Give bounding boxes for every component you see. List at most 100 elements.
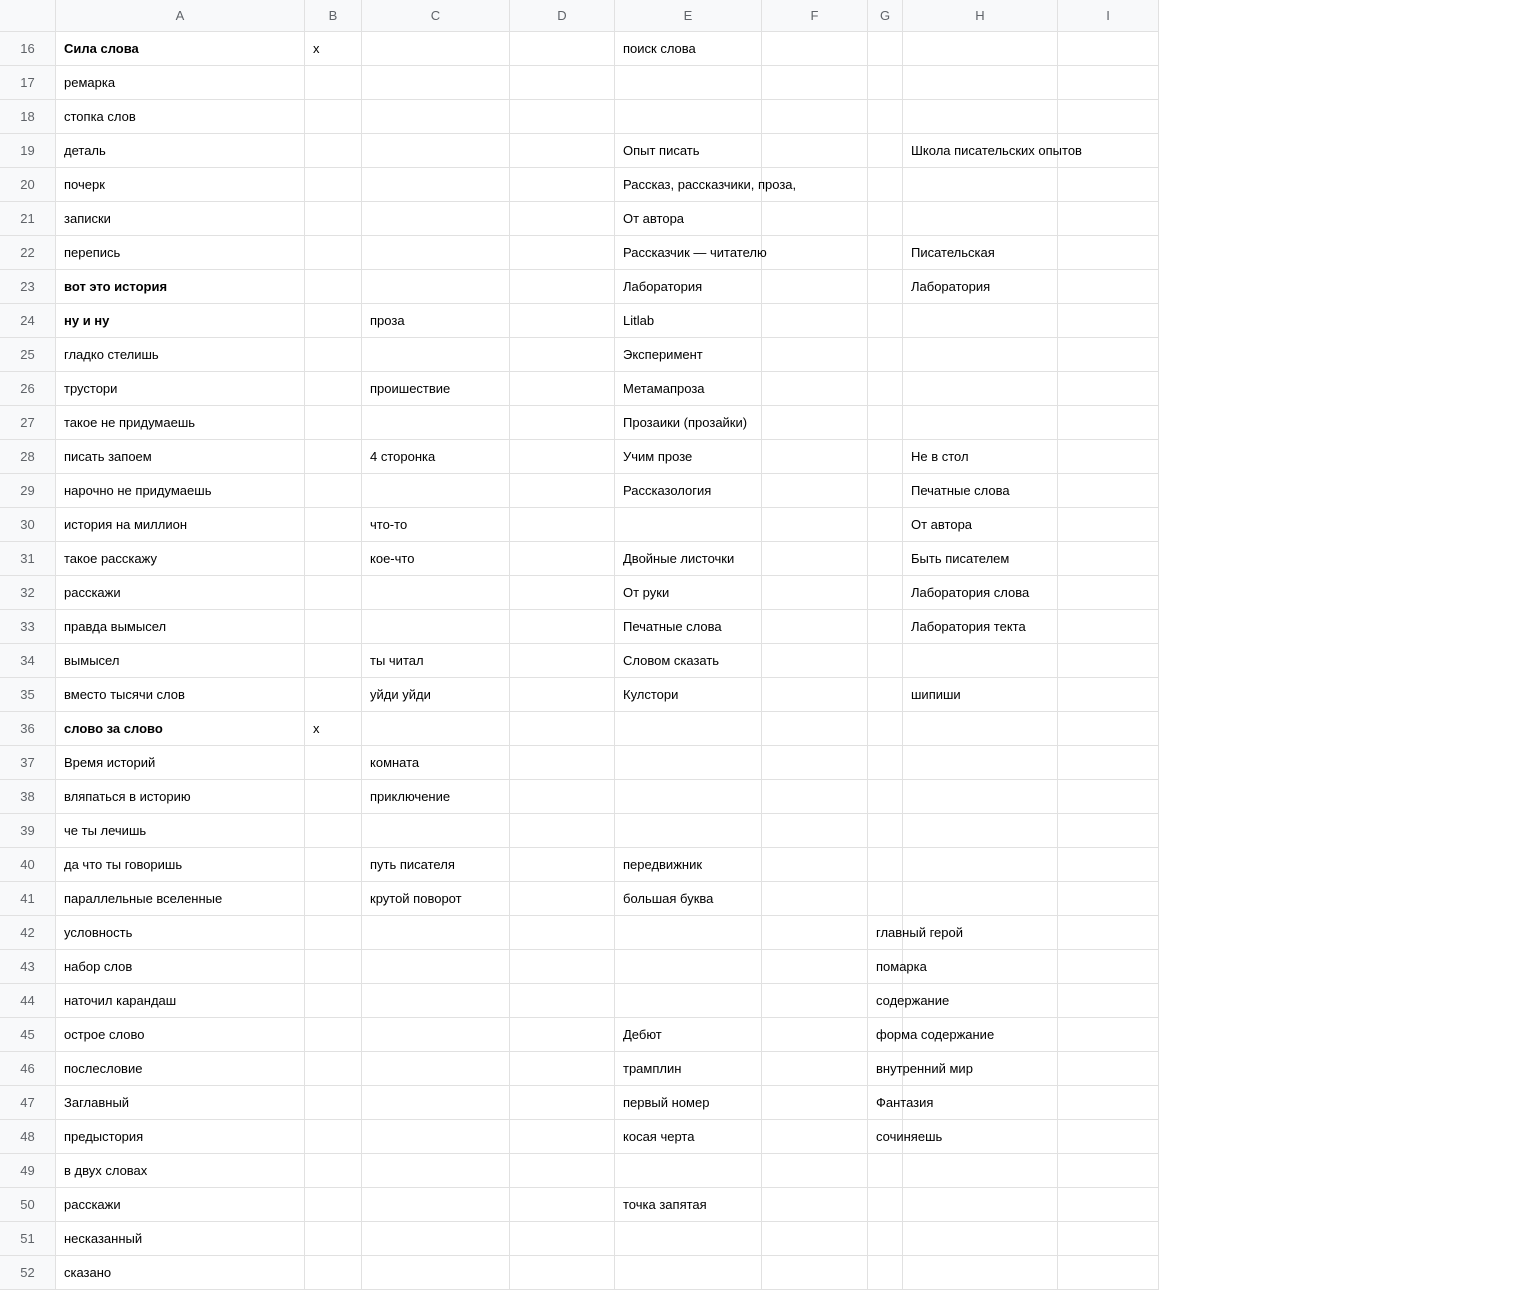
cell[interactable] bbox=[868, 474, 903, 508]
cell[interactable]: записки bbox=[56, 202, 305, 236]
cell[interactable] bbox=[868, 202, 903, 236]
cell[interactable] bbox=[1058, 780, 1159, 814]
cell[interactable] bbox=[868, 848, 903, 882]
cell[interactable] bbox=[762, 100, 868, 134]
cell[interactable]: косая черта bbox=[615, 1120, 762, 1154]
cell[interactable] bbox=[615, 950, 762, 984]
cell[interactable] bbox=[510, 270, 615, 304]
cell[interactable] bbox=[510, 202, 615, 236]
cell[interactable] bbox=[868, 236, 903, 270]
cell[interactable] bbox=[868, 1256, 903, 1290]
cell[interactable] bbox=[1058, 950, 1159, 984]
cell[interactable] bbox=[868, 1154, 903, 1188]
cell[interactable]: набор слов bbox=[56, 950, 305, 984]
cell[interactable]: Не в стол bbox=[903, 440, 1058, 474]
cell[interactable] bbox=[362, 168, 510, 202]
cell[interactable] bbox=[903, 304, 1058, 338]
cell[interactable] bbox=[1058, 644, 1159, 678]
row-header[interactable]: 27 bbox=[0, 406, 56, 440]
cell[interactable] bbox=[615, 100, 762, 134]
row-header[interactable]: 31 bbox=[0, 542, 56, 576]
cell[interactable]: х bbox=[305, 712, 362, 746]
cell[interactable] bbox=[510, 1086, 615, 1120]
cell[interactable]: Учим прозе bbox=[615, 440, 762, 474]
cell[interactable] bbox=[305, 474, 362, 508]
row-header[interactable]: 52 bbox=[0, 1256, 56, 1290]
cell[interactable] bbox=[903, 780, 1058, 814]
cell[interactable] bbox=[1058, 474, 1159, 508]
cell[interactable] bbox=[510, 32, 615, 66]
cell[interactable] bbox=[762, 440, 868, 474]
cell[interactable] bbox=[362, 1086, 510, 1120]
cell[interactable] bbox=[868, 338, 903, 372]
cell[interactable] bbox=[510, 610, 615, 644]
column-header-B[interactable]: B bbox=[305, 0, 362, 32]
cell[interactable]: послесловие bbox=[56, 1052, 305, 1086]
cell[interactable] bbox=[903, 882, 1058, 916]
cell[interactable] bbox=[362, 712, 510, 746]
column-header-A[interactable]: A bbox=[56, 0, 305, 32]
row-header[interactable]: 39 bbox=[0, 814, 56, 848]
cell[interactable] bbox=[1058, 678, 1159, 712]
cell[interactable]: Лаборатория слова bbox=[903, 576, 1058, 610]
spreadsheet-grid[interactable]: ABCDEFGHI16Сила словахпоиск слова17ремар… bbox=[0, 0, 1520, 1290]
row-header[interactable]: 32 bbox=[0, 576, 56, 610]
cell[interactable] bbox=[762, 882, 868, 916]
cell[interactable] bbox=[868, 746, 903, 780]
cell[interactable] bbox=[305, 1256, 362, 1290]
cell[interactable]: расскажи bbox=[56, 1188, 305, 1222]
cell[interactable]: предыстория bbox=[56, 1120, 305, 1154]
cell[interactable] bbox=[305, 406, 362, 440]
row-header[interactable]: 36 bbox=[0, 712, 56, 746]
cell[interactable]: Печатные слова bbox=[903, 474, 1058, 508]
cell[interactable] bbox=[305, 1086, 362, 1120]
cell[interactable]: Время историй bbox=[56, 746, 305, 780]
cell[interactable] bbox=[868, 508, 903, 542]
cell[interactable] bbox=[305, 882, 362, 916]
cell[interactable]: Эксперимент bbox=[615, 338, 762, 372]
cell[interactable] bbox=[762, 270, 868, 304]
cell[interactable] bbox=[762, 338, 868, 372]
cell[interactable] bbox=[1058, 270, 1159, 304]
cell[interactable] bbox=[762, 508, 868, 542]
row-header[interactable]: 47 bbox=[0, 1086, 56, 1120]
cell[interactable] bbox=[1058, 1188, 1159, 1222]
cell[interactable] bbox=[1058, 338, 1159, 372]
cell[interactable] bbox=[762, 644, 868, 678]
cell[interactable] bbox=[362, 1154, 510, 1188]
cell[interactable] bbox=[510, 542, 615, 576]
cell[interactable] bbox=[362, 610, 510, 644]
cell[interactable] bbox=[305, 1222, 362, 1256]
cell[interactable]: ну и ну bbox=[56, 304, 305, 338]
cell[interactable] bbox=[868, 780, 903, 814]
cell[interactable] bbox=[903, 372, 1058, 406]
cell[interactable] bbox=[762, 542, 868, 576]
cell[interactable] bbox=[762, 304, 868, 338]
cell[interactable] bbox=[305, 916, 362, 950]
cell[interactable]: Опыт писать bbox=[615, 134, 762, 168]
cell[interactable] bbox=[305, 168, 362, 202]
cell[interactable] bbox=[362, 814, 510, 848]
cell[interactable] bbox=[362, 100, 510, 134]
row-header[interactable]: 26 bbox=[0, 372, 56, 406]
cell[interactable] bbox=[362, 134, 510, 168]
cell[interactable] bbox=[762, 576, 868, 610]
cell[interactable] bbox=[362, 1120, 510, 1154]
cell[interactable] bbox=[868, 270, 903, 304]
cell[interactable] bbox=[305, 304, 362, 338]
cell[interactable]: Рассказология bbox=[615, 474, 762, 508]
cell[interactable] bbox=[1058, 1120, 1159, 1154]
cell[interactable] bbox=[362, 406, 510, 440]
cell[interactable] bbox=[510, 746, 615, 780]
cell[interactable] bbox=[868, 304, 903, 338]
cell[interactable] bbox=[868, 882, 903, 916]
row-header[interactable]: 41 bbox=[0, 882, 56, 916]
cell[interactable]: Печатные слова bbox=[615, 610, 762, 644]
cell[interactable] bbox=[362, 1018, 510, 1052]
cell[interactable] bbox=[762, 202, 868, 236]
cell[interactable] bbox=[362, 32, 510, 66]
row-header[interactable]: 25 bbox=[0, 338, 56, 372]
cell[interactable]: х bbox=[305, 32, 362, 66]
cell[interactable] bbox=[1058, 1256, 1159, 1290]
cell[interactable] bbox=[362, 916, 510, 950]
